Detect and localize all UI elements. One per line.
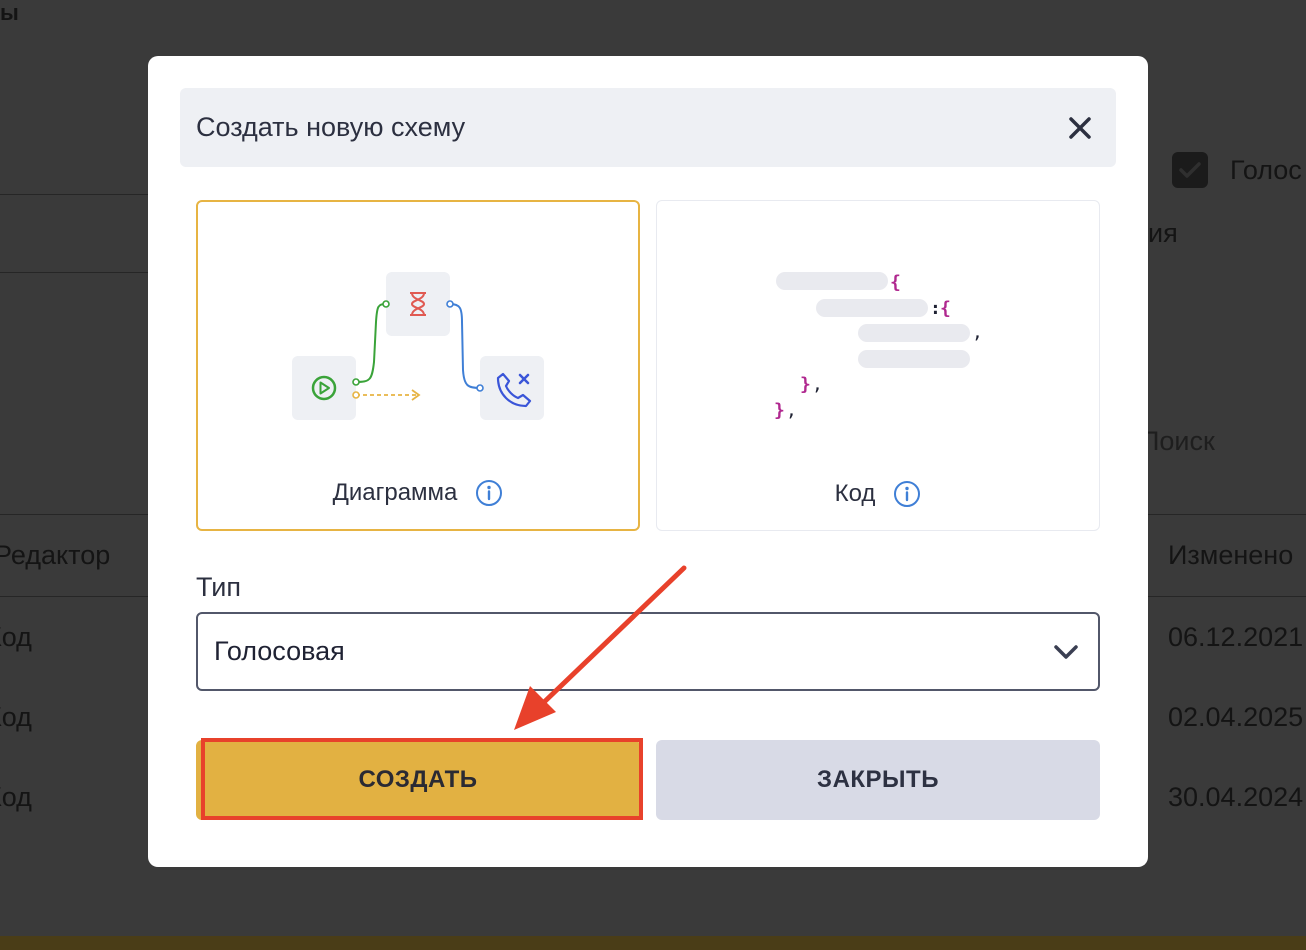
info-icon[interactable] — [475, 479, 503, 507]
column-header-changed[interactable]: Изменено — [1168, 540, 1293, 571]
connector-green — [355, 303, 387, 383]
close-icon — [1069, 116, 1091, 139]
table-cell-editor: Код — [0, 782, 32, 812]
info-icon[interactable] — [893, 480, 921, 508]
check-icon — [1179, 162, 1201, 178]
table-cell-editor: Код — [0, 622, 32, 652]
type-select[interactable]: Голосовая — [196, 612, 1100, 691]
connector-blue — [449, 303, 481, 389]
annotation-highlight-box — [201, 738, 643, 820]
svg-text:}: } — [800, 374, 811, 395]
option-code-label: Код — [657, 480, 1099, 508]
option-label: Код — [834, 480, 876, 507]
close-dialog-button[interactable]: ЗАКРЫТЬ — [656, 740, 1100, 820]
option-code[interactable]: { : { , } , } , Код — [656, 200, 1100, 531]
voice-filter-checkbox[interactable] — [1172, 152, 1208, 188]
option-diagram[interactable]: Диаграмма — [196, 200, 640, 531]
search-input[interactable]: Поиск — [1140, 426, 1215, 457]
table-cell-date: 30.04.2024 — [1168, 782, 1304, 812]
svg-text:,: , — [972, 322, 983, 343]
column-header-editor[interactable]: Редактор — [0, 540, 110, 571]
divider — [0, 194, 148, 195]
voice-filter-label: Голос — [1230, 155, 1302, 185]
bg-title-fragment: ы — [0, 0, 19, 25]
bg-label-fragment: ия — [1148, 218, 1178, 248]
svg-text:{: { — [940, 298, 951, 319]
modal-header: Создать новую схему — [180, 88, 1116, 167]
wait-node — [386, 272, 450, 336]
diagram-illustration — [292, 272, 544, 420]
bottom-bar — [0, 936, 1306, 950]
close-button[interactable] — [1060, 108, 1100, 148]
divider — [1148, 514, 1306, 515]
svg-text:,: , — [786, 400, 797, 421]
table-cell-date: 06.12.2021 — [1168, 622, 1304, 652]
svg-text:,: , — [812, 374, 823, 395]
svg-text:{: { — [890, 272, 901, 293]
chevron-down-icon — [1054, 644, 1078, 659]
divider — [1148, 596, 1306, 597]
table-cell-editor: Код — [0, 702, 32, 732]
code-illustration: { : { , } , } , — [774, 272, 983, 421]
divider — [0, 596, 148, 597]
option-diagram-label: Диаграмма — [198, 479, 638, 507]
modal-title: Создать новую схему — [196, 112, 466, 142]
type-select-value: Голосовая — [214, 636, 345, 666]
divider — [0, 514, 148, 515]
table-cell-date: 02.04.2025 — [1168, 702, 1304, 732]
divider — [0, 272, 148, 273]
start-node — [292, 356, 356, 420]
hangup-node — [480, 356, 544, 420]
option-label: Диаграмма — [332, 479, 458, 506]
type-label: Тип — [196, 572, 242, 602]
svg-text:}: } — [774, 400, 785, 421]
